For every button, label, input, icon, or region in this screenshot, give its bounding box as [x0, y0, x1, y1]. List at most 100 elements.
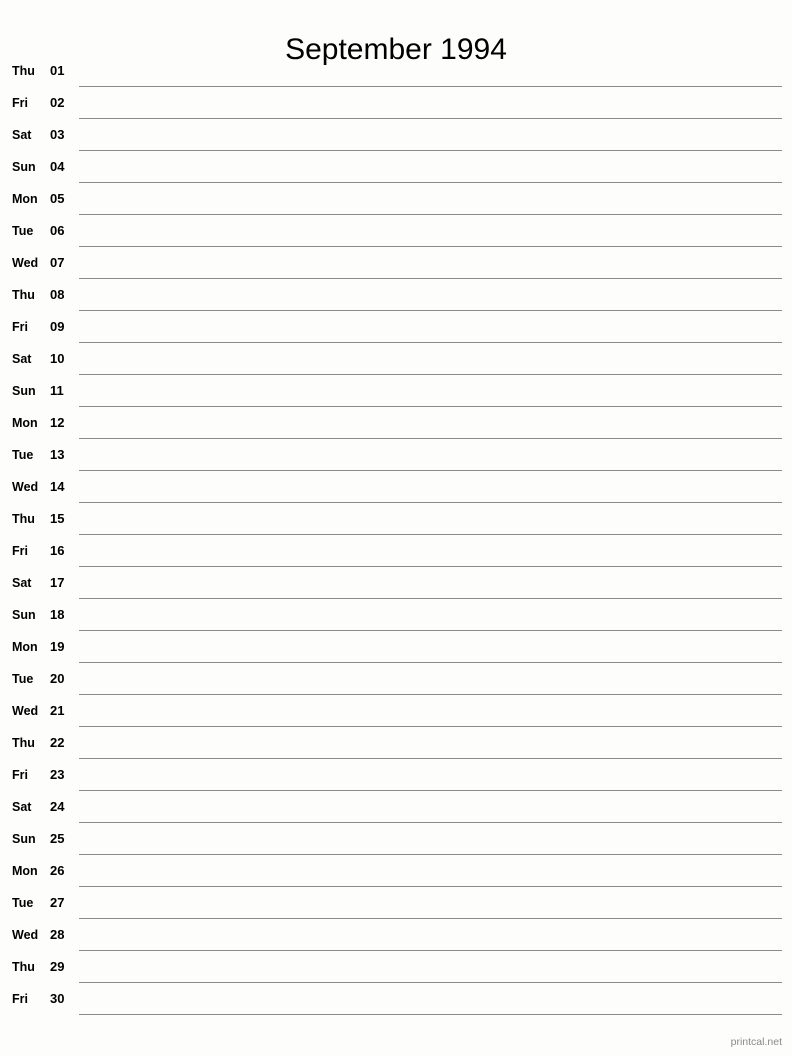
day-weekday-label: Thu: [12, 288, 35, 302]
day-weekday-label: Sat: [12, 352, 32, 366]
day-writing-line[interactable]: [79, 662, 782, 663]
day-number-label: 08: [50, 287, 65, 302]
day-number-label: 26: [50, 863, 65, 878]
day-number-label: 05: [50, 191, 65, 206]
day-number-label: 03: [50, 127, 65, 142]
day-row[interactable]: Sat 17: [0, 572, 792, 604]
day-row[interactable]: Fri 30: [0, 988, 792, 1020]
day-number-label: 30: [50, 991, 65, 1006]
day-number-label: 25: [50, 831, 65, 846]
day-row[interactable]: Wed 21: [0, 700, 792, 732]
day-number-label: 19: [50, 639, 65, 654]
day-weekday-label: Wed: [12, 928, 39, 942]
day-row[interactable]: Fri 02: [0, 92, 792, 124]
day-number-label: 02: [50, 95, 65, 110]
day-number-label: 13: [50, 447, 65, 462]
day-weekday-label: Mon: [12, 416, 38, 430]
day-row[interactable]: Mon 12: [0, 412, 792, 444]
day-writing-line[interactable]: [79, 438, 782, 439]
day-writing-line[interactable]: [79, 150, 782, 151]
day-row[interactable]: Mon 05: [0, 188, 792, 220]
day-row[interactable]: Wed 28: [0, 924, 792, 956]
day-row[interactable]: Thu 08: [0, 284, 792, 316]
day-row[interactable]: Thu 01: [0, 60, 792, 92]
day-weekday-label: Fri: [12, 992, 28, 1006]
day-weekday-label: Thu: [12, 512, 35, 526]
day-weekday-label: Fri: [12, 96, 28, 110]
day-row[interactable]: Sat 03: [0, 124, 792, 156]
day-number-label: 04: [50, 159, 65, 174]
day-writing-line[interactable]: [79, 278, 782, 279]
day-writing-line[interactable]: [79, 790, 782, 791]
day-row[interactable]: Fri 23: [0, 764, 792, 796]
day-weekday-label: Sat: [12, 128, 32, 142]
day-row[interactable]: Thu 22: [0, 732, 792, 764]
day-writing-line[interactable]: [79, 630, 782, 631]
day-weekday-label: Fri: [12, 320, 28, 334]
day-writing-line[interactable]: [79, 854, 782, 855]
day-row[interactable]: Tue 27: [0, 892, 792, 924]
day-row[interactable]: Tue 20: [0, 668, 792, 700]
day-writing-line[interactable]: [79, 598, 782, 599]
day-number-label: 12: [50, 415, 65, 430]
day-weekday-label: Tue: [12, 896, 34, 910]
day-writing-line[interactable]: [79, 310, 782, 311]
day-number-label: 15: [50, 511, 65, 526]
day-writing-line[interactable]: [79, 214, 782, 215]
day-weekday-label: Mon: [12, 864, 38, 878]
day-writing-line[interactable]: [79, 758, 782, 759]
day-weekday-label: Sun: [12, 160, 36, 174]
day-row[interactable]: Thu 29: [0, 956, 792, 988]
day-rows-list: Thu 01 Fri 02 Sat 03 Sun 04 Mon 05 Tue 06 Wed 07 Thu 08…: [0, 60, 792, 1020]
day-writing-line[interactable]: [79, 694, 782, 695]
day-writing-line[interactable]: [79, 822, 782, 823]
day-writing-line[interactable]: [79, 502, 782, 503]
day-weekday-label: Sat: [12, 800, 32, 814]
day-number-label: 24: [50, 799, 65, 814]
footer-credit: printcal.net: [730, 1036, 782, 1048]
day-row[interactable]: Fri 16: [0, 540, 792, 572]
day-number-label: 17: [50, 575, 65, 590]
day-writing-line[interactable]: [79, 982, 782, 983]
day-row[interactable]: Sun 18: [0, 604, 792, 636]
day-writing-line[interactable]: [79, 406, 782, 407]
day-row[interactable]: Sun 11: [0, 380, 792, 412]
day-row[interactable]: Mon 26: [0, 860, 792, 892]
day-number-label: 11: [50, 383, 64, 398]
day-writing-line[interactable]: [79, 86, 782, 87]
day-writing-line[interactable]: [79, 470, 782, 471]
day-row[interactable]: Sun 25: [0, 828, 792, 860]
day-writing-line[interactable]: [79, 182, 782, 183]
day-weekday-label: Sun: [12, 608, 36, 622]
day-writing-line[interactable]: [79, 534, 782, 535]
day-row[interactable]: Wed 07: [0, 252, 792, 284]
day-writing-line[interactable]: [79, 918, 782, 919]
day-number-label: 23: [50, 767, 65, 782]
day-weekday-label: Thu: [12, 960, 35, 974]
day-weekday-label: Mon: [12, 640, 38, 654]
day-row[interactable]: Thu 15: [0, 508, 792, 540]
day-weekday-label: Fri: [12, 544, 28, 558]
day-writing-line[interactable]: [79, 342, 782, 343]
day-writing-line[interactable]: [79, 950, 782, 951]
day-weekday-label: Thu: [12, 64, 35, 78]
day-weekday-label: Tue: [12, 672, 34, 686]
day-row[interactable]: Fri 09: [0, 316, 792, 348]
day-writing-line[interactable]: [79, 726, 782, 727]
day-writing-line[interactable]: [79, 1014, 782, 1015]
day-writing-line[interactable]: [79, 374, 782, 375]
day-writing-line[interactable]: [79, 566, 782, 567]
day-row[interactable]: Tue 13: [0, 444, 792, 476]
day-writing-line[interactable]: [79, 886, 782, 887]
day-row[interactable]: Sun 04: [0, 156, 792, 188]
day-number-label: 07: [50, 255, 65, 270]
day-row[interactable]: Mon 19: [0, 636, 792, 668]
day-row[interactable]: Sat 10: [0, 348, 792, 380]
day-writing-line[interactable]: [79, 246, 782, 247]
day-writing-line[interactable]: [79, 118, 782, 119]
day-row[interactable]: Tue 06: [0, 220, 792, 252]
calendar-page: September 1994 Thu 01 Fri 02 Sat 03 Sun 04 Mon 05…: [0, 0, 792, 1056]
day-row[interactable]: Sat 24: [0, 796, 792, 828]
day-row[interactable]: Wed 14: [0, 476, 792, 508]
day-number-label: 20: [50, 671, 65, 686]
